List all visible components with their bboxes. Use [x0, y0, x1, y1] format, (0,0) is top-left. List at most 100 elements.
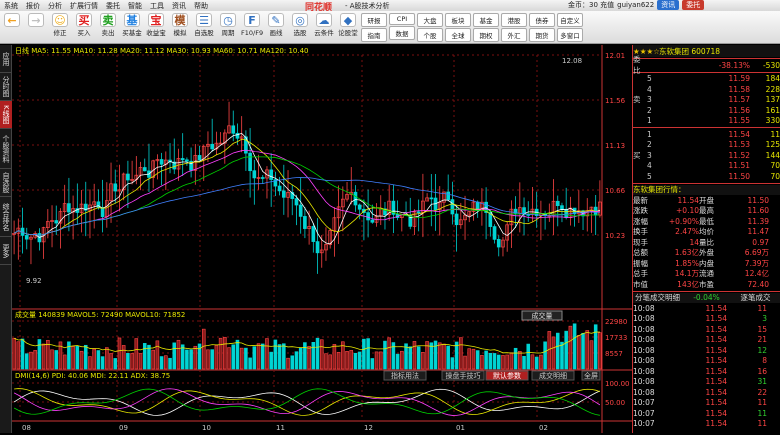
menu-item[interactable]: 扩展行情	[70, 2, 98, 10]
menu-item[interactable]: 分析	[48, 2, 62, 10]
candle-body	[564, 208, 569, 218]
toolbar-small-button[interactable]: 全球	[445, 28, 471, 42]
left-tab[interactable]: 分时图	[0, 73, 12, 101]
volume-bar	[564, 330, 568, 370]
tick-price: 11.54	[705, 335, 727, 345]
toolbar-small-button[interactable]: 债券	[529, 13, 555, 27]
volume-bar	[201, 328, 206, 370]
price-tick-label: 10.23	[605, 232, 625, 240]
toolbar-small-button[interactable]: CPI	[389, 13, 415, 25]
info-label: 开盘	[699, 195, 714, 205]
ticks-header-cell[interactable]: 分笔成交明细	[633, 292, 682, 303]
account-coins[interactable]: 金币：30 充值	[568, 0, 614, 10]
toolbar-button[interactable]: ☁ 云条件	[313, 13, 335, 37]
left-tab[interactable]: 应用	[0, 45, 12, 73]
order-price: 11.50	[728, 171, 750, 181]
toolbar-small-button[interactable]: 大盘	[417, 13, 443, 27]
toolbar-label: 画线	[269, 29, 283, 37]
buy-orders: 1 11.54 11 2 11.53 125 买 3 11.52 144 4 11.51 70 5 11.5…	[633, 129, 780, 182]
info-row: 振幅 1.85% 内盘 7.39万	[633, 258, 780, 269]
toolbar-button[interactable]: →	[25, 13, 47, 29]
toolbar-label: 模拟	[173, 29, 187, 37]
toolbar-button[interactable]: 买买入	[73, 13, 95, 37]
candle-body	[277, 185, 282, 192]
tick-row: 10:08 11.54 31	[633, 377, 780, 388]
toolbar-button[interactable]: 卖卖出	[97, 13, 119, 37]
toolbar-button[interactable]: ←	[1, 13, 23, 29]
volume-bar	[362, 338, 366, 370]
candle-body	[366, 212, 370, 221]
left-tab[interactable]: K线图	[0, 101, 12, 129]
volume-bar	[134, 338, 139, 370]
stock-title: 东软集团 600718	[659, 46, 721, 56]
trade-button[interactable]: 委托	[682, 0, 705, 10]
candle-body	[260, 177, 265, 179]
info-row: 换手 2.47% 均价 11.47	[633, 227, 780, 238]
username[interactable]: guiyan622	[617, 1, 654, 9]
news-button[interactable]: 资讯	[657, 0, 680, 10]
toolbar-button[interactable]: 模模拟	[169, 13, 191, 37]
toolbar-small-button[interactable]: 期权	[473, 28, 499, 42]
volume-bar	[235, 339, 240, 370]
volume-bar	[117, 337, 122, 370]
toolbar-button[interactable]: F F10/F9	[241, 13, 263, 37]
volume-bar	[105, 347, 109, 370]
kline-chart-pane[interactable]: 日线 MA5: 11.55 MA10: 11.28 MA20: 11.12 MA…	[12, 45, 632, 433]
menu-item[interactable]: 报价	[26, 2, 40, 10]
left-tab[interactable]: 个股资料	[0, 129, 12, 169]
volume-bar	[189, 349, 193, 370]
toolbar-small-button[interactable]: 多窗口	[557, 28, 583, 42]
tick-volume: 21	[757, 335, 767, 345]
left-tab[interactable]: 自选股	[0, 169, 12, 197]
volume-bar	[534, 356, 539, 370]
volume-bar	[488, 352, 493, 370]
toolbar-small-button[interactable]: 个股	[417, 28, 443, 42]
toolbar-label: F10/F9	[241, 29, 264, 37]
volume-bar	[282, 343, 286, 370]
menu-item[interactable]: 资讯	[172, 2, 186, 10]
toolbar-button[interactable]: ◷ 周期	[217, 13, 239, 37]
toolbar-button[interactable]: 宝收益宝	[145, 13, 167, 37]
order-level: 5	[647, 74, 652, 84]
info-label: 总手	[633, 269, 648, 279]
toolbar-icon: ☰	[196, 13, 212, 27]
candle-body	[416, 211, 421, 214]
volume-bar	[593, 324, 598, 370]
toolbar-small-button[interactable]: 期货	[529, 28, 555, 42]
left-tab[interactable]: 更多	[0, 237, 12, 265]
toolbar-button[interactable]: ☺ 修正	[49, 13, 71, 37]
menu-item[interactable]: 智能	[128, 2, 142, 10]
toolbar-small-button[interactable]: 自定义	[557, 13, 583, 27]
candle-body	[67, 203, 71, 213]
toolbar-icon: ☺	[52, 13, 68, 27]
divider	[633, 71, 780, 73]
menu-item[interactable]: 委托	[106, 2, 120, 10]
chart-header: 日线 MA5: 11.55 MA10: 11.28 MA20: 11.12 MA…	[15, 46, 309, 55]
toolbar-small-button[interactable]: 港股	[501, 13, 527, 27]
toolbar-small-button[interactable]: 基金	[473, 13, 499, 27]
info-row: 总额 1.63亿 外盘 6.69万	[633, 248, 780, 259]
left-tab[interactable]: 综合排名	[0, 197, 12, 237]
toolbar-small-button[interactable]: 研报	[361, 13, 387, 27]
menu-item[interactable]: 工具	[150, 2, 164, 10]
toolbar-button[interactable]: ☰ 自选股	[193, 13, 215, 37]
toolbar-small-button[interactable]: 外汇	[501, 28, 527, 42]
ticks-header-cell[interactable]: 逐笔成交	[731, 292, 780, 303]
order-volume: 137	[765, 95, 780, 105]
tick-volume: 8	[762, 356, 767, 366]
toolbar-small-button[interactable]: 数据	[389, 26, 415, 40]
toolbar-button[interactable]: ◆ 论股堂	[337, 13, 359, 37]
toolbar-button[interactable]: 基买基金	[121, 13, 143, 37]
toolbar-button[interactable]: ✎ 画线	[265, 13, 287, 37]
menu-item[interactable]: 帮助	[194, 2, 208, 10]
info-label: 最高	[699, 206, 714, 216]
toolbar-small-button[interactable]: 板块	[445, 13, 471, 27]
candle-body	[311, 226, 316, 242]
kline-chart[interactable]: 日线 MA5: 11.55 MA10: 11.28 MA20: 11.12 MA…	[12, 45, 632, 433]
indicator-tab-label: 全屏	[584, 371, 598, 380]
toolbar-button[interactable]: ◎ 选股	[289, 13, 311, 37]
toolbar-icon: 宝	[148, 13, 164, 27]
toolbar-small-button[interactable]: 指南	[361, 28, 387, 42]
volume-bar	[383, 340, 387, 370]
menu-item[interactable]: 系统	[4, 2, 18, 10]
